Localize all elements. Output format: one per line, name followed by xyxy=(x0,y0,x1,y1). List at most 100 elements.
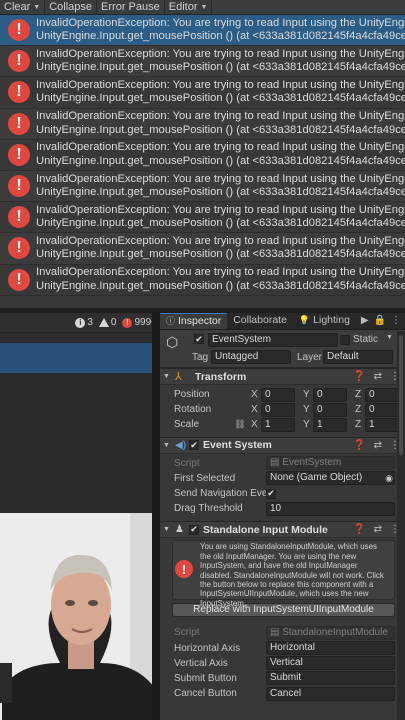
clear-button[interactable]: Clear ▼ xyxy=(0,0,46,15)
gameobject-header: ⬡ ✔ EventSystem Static ▼ Tag Untagged La… xyxy=(160,330,405,368)
scale-y-field[interactable]: 1 xyxy=(313,417,347,432)
static-dropdown-icon[interactable]: ▼ xyxy=(386,334,393,341)
console-log-row[interactable]: ! InvalidOperationException: You are tryi… xyxy=(0,264,405,296)
warning-count-toggle[interactable]: 0 xyxy=(98,317,116,328)
console-log-row[interactable]: ! InvalidOperationException: You are tryi… xyxy=(0,46,405,78)
log-stacktrace-line: UnityEngine.Input.get_mousePosition () (… xyxy=(36,123,405,136)
position-y-field[interactable]: 0 xyxy=(313,387,347,402)
x-axis-label[interactable]: X xyxy=(251,389,259,400)
send-navigation-checkbox[interactable]: ✔ xyxy=(266,488,276,499)
drag-threshold-field[interactable]: 10 xyxy=(266,501,395,516)
info-count-toggle[interactable]: i 3 xyxy=(75,317,93,328)
position-label: Position xyxy=(174,389,210,401)
fold-arrow-icon[interactable]: ▼ xyxy=(163,442,171,449)
script-label: Script xyxy=(174,457,200,469)
x-axis-label[interactable]: X xyxy=(251,404,259,415)
send-navigation-row: Send Navigation Events ✔ xyxy=(160,486,405,501)
position-x-field[interactable]: 0 xyxy=(261,387,295,402)
y-axis-label[interactable]: Y xyxy=(303,419,311,430)
z-axis-label[interactable]: Z xyxy=(355,404,363,415)
link-scale-icon[interactable]: ⛓ xyxy=(234,419,251,430)
tab-lighting[interactable]: 💡 Lighting xyxy=(293,313,356,329)
tab-overflow-icon[interactable]: ▶ xyxy=(361,315,369,326)
preset-icon[interactable]: ⇄ xyxy=(374,524,382,535)
submit-button-row: Submit Button Submit xyxy=(160,671,405,686)
tag-dropdown[interactable]: Untagged xyxy=(211,350,291,364)
more-options-icon[interactable]: ⋮ xyxy=(391,315,401,326)
horizontal-axis-field[interactable]: Horizontal xyxy=(266,641,395,656)
editor-label: Editor xyxy=(168,0,198,13)
y-axis-label[interactable]: Y xyxy=(303,389,311,400)
first-selected-field[interactable]: None (Game Object) xyxy=(266,471,395,486)
collapse-toggle[interactable]: Collapse xyxy=(45,0,98,15)
static-checkbox[interactable] xyxy=(340,335,350,345)
error-icon: ! xyxy=(8,143,30,166)
sim-script-value: StandaloneInputModule xyxy=(282,626,388,638)
info-circle-icon: ⓘ xyxy=(166,316,176,326)
preset-icon[interactable]: ⇄ xyxy=(374,371,382,382)
console-log-text: InvalidOperationException: You are tryin… xyxy=(36,79,405,106)
tab-inspector[interactable]: ⓘ Inspector xyxy=(160,313,228,329)
scale-z-field[interactable]: 1 xyxy=(365,417,399,432)
es-script-value: EventSystem xyxy=(282,457,342,469)
event-system-enabled-checkbox[interactable]: ✔ xyxy=(189,440,199,451)
console-log-row[interactable]: ! InvalidOperationException: You are tryi… xyxy=(0,139,405,171)
console-log-text: InvalidOperationException: You are tryin… xyxy=(36,110,405,137)
scene-scrollbar[interactable] xyxy=(152,313,160,720)
scale-label: Scale xyxy=(174,419,200,431)
lock-icon[interactable]: 🔒 xyxy=(374,315,386,326)
event-system-header[interactable]: ▼ ◀) ✔ Event System ❓ ⇄ ⋮ xyxy=(160,436,405,454)
error-icon: ! xyxy=(175,560,193,579)
z-axis-label[interactable]: Z xyxy=(355,419,363,430)
rotation-y-field[interactable]: 0 xyxy=(313,402,347,417)
console-log-text: InvalidOperationException: You are tryin… xyxy=(36,204,405,231)
inspector-scrollbar-thumb[interactable] xyxy=(399,335,403,455)
tab-collaborate[interactable]: Collaborate xyxy=(227,313,293,329)
tab-inspector-label: Inspector xyxy=(178,315,222,327)
gameobject-name-field[interactable]: EventSystem xyxy=(208,333,338,347)
log-stacktrace-line: UnityEngine.Input.get_mousePosition () (… xyxy=(36,279,405,292)
rotation-x-field[interactable]: 0 xyxy=(261,402,295,417)
gameobject-active-checkbox[interactable]: ✔ xyxy=(194,334,204,344)
first-selected-row: First Selected None (Game Object) ◉ xyxy=(160,471,405,486)
help-icon[interactable]: ❓ xyxy=(353,440,365,451)
fold-arrow-icon[interactable]: ▼ xyxy=(163,373,171,380)
y-axis-label[interactable]: Y xyxy=(303,404,311,415)
inspector-tabs: ⓘ Inspector Collaborate 💡 Lighting ▶ 🔒 ⋮ xyxy=(160,313,405,330)
x-axis-label[interactable]: X xyxy=(251,419,259,430)
scene-view[interactable] xyxy=(0,333,160,720)
scale-x-field[interactable]: 1 xyxy=(261,417,295,432)
standalone-input-header[interactable]: ▼ ♟ ✔ Standalone Input Module ❓ ⇄ ⋮ xyxy=(160,521,405,539)
error-icon: ! xyxy=(8,237,30,260)
error-pause-toggle[interactable]: Error Pause xyxy=(97,0,165,15)
standalone-input-enabled-checkbox[interactable]: ✔ xyxy=(189,524,199,535)
preset-icon[interactable]: ⇄ xyxy=(374,440,382,451)
vertical-axis-field[interactable]: Vertical xyxy=(266,656,395,671)
log-message-line: InvalidOperationException: You are tryin… xyxy=(36,266,405,279)
help-icon[interactable]: ❓ xyxy=(353,524,365,535)
transform-header[interactable]: ▼ ⅄ Transform ❓ ⇄ ⋮ xyxy=(160,368,405,385)
position-z-field[interactable]: 0 xyxy=(365,387,399,402)
console-log-list[interactable]: ! InvalidOperationException: You are tryi… xyxy=(0,15,405,308)
console-log-row[interactable]: ! InvalidOperationException: You are tryi… xyxy=(0,77,405,109)
console-log-text: InvalidOperationException: You are tryin… xyxy=(36,173,405,200)
console-log-row[interactable]: ! InvalidOperationException: You are tryi… xyxy=(0,233,405,265)
gameobject-cube-icon: ⬡ xyxy=(166,334,179,350)
clear-dropdown-caret-icon[interactable]: ▼ xyxy=(33,0,40,15)
console-log-row[interactable]: ! InvalidOperationException: You are tryi… xyxy=(0,170,405,203)
console-log-row[interactable]: ! InvalidOperationException: You are tryi… xyxy=(0,202,405,234)
drag-threshold-label: Drag Threshold xyxy=(174,503,243,515)
rotation-z-field[interactable]: 0 xyxy=(365,402,399,417)
help-icon[interactable]: ❓ xyxy=(353,371,365,382)
console-log-text: InvalidOperationException: You are tryin… xyxy=(36,235,405,262)
z-axis-label[interactable]: Z xyxy=(355,389,363,400)
console-log-row[interactable]: ! InvalidOperationException: You are tryi… xyxy=(0,15,405,47)
object-picker-icon[interactable]: ◉ xyxy=(385,473,393,484)
presenter-photo xyxy=(0,513,160,720)
submit-button-field[interactable]: Submit xyxy=(266,671,395,686)
layer-dropdown[interactable]: Default xyxy=(323,350,393,364)
cancel-button-field[interactable]: Cancel xyxy=(266,686,395,701)
editor-dropdown[interactable]: Editor ▼ xyxy=(165,0,213,15)
fold-arrow-icon[interactable]: ▼ xyxy=(163,526,171,533)
console-log-row[interactable]: ! InvalidOperationException: You are tryi… xyxy=(0,108,405,140)
